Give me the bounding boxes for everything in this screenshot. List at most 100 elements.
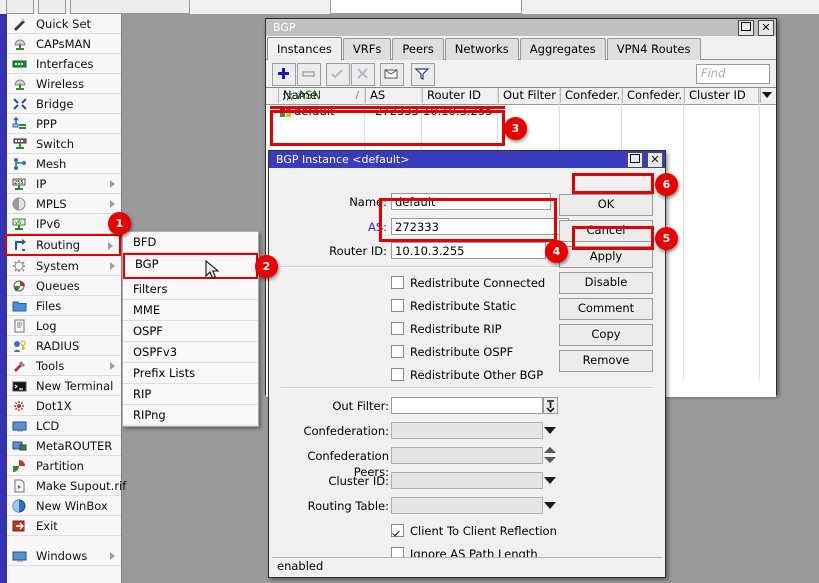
copy-button[interactable]: Copy — [559, 324, 653, 346]
submenu-item-prefix-lists[interactable]: Prefix Lists — [123, 363, 258, 384]
close-icon[interactable]: ✕ — [647, 152, 663, 168]
sidebar-item-ipv6[interactable]: v6IPv6 — [7, 214, 121, 234]
apply-button[interactable]: Apply — [559, 246, 653, 268]
sidebar-item-capsman[interactable]: CAPsMAN — [7, 34, 121, 54]
tab-aggregates[interactable]: Aggregates — [520, 38, 606, 60]
out-filter-dropdown-button[interactable] — [543, 397, 558, 414]
maximize-icon[interactable] — [627, 152, 643, 168]
submenu-item-ospfv3[interactable]: OSPFv3 — [123, 342, 258, 363]
close-icon[interactable]: ✕ — [758, 20, 774, 36]
tab-vpn4-routes[interactable]: VPN4 Routes — [607, 38, 701, 60]
submenu-item-bfd[interactable]: BFD — [123, 232, 258, 253]
checkbox-icon[interactable] — [391, 322, 404, 335]
filter-funnel-icon[interactable] — [411, 63, 435, 86]
toolbar-button-1[interactable] — [6, 0, 34, 14]
enable-check-icon[interactable] — [326, 63, 350, 86]
sidebar-item-wireless[interactable]: Wireless — [7, 74, 121, 94]
toolbar-button-3[interactable] — [70, 0, 190, 14]
sidebar-item-queues[interactable]: Queues — [7, 276, 121, 296]
submenu-item-bgp[interactable]: BGP — [123, 253, 258, 279]
table-row[interactable]: ;;; ASN — [266, 88, 761, 103]
submenu-item-ospf[interactable]: OSPF — [123, 321, 258, 342]
tab-vrfs[interactable]: VRFs — [343, 38, 391, 60]
sidebar-item-windows[interactable]: Windows — [7, 546, 121, 566]
checkbox-redistribute-static[interactable]: Redistribute Static — [391, 299, 516, 313]
sidebar-accent-bar — [0, 14, 7, 583]
sidebar-item-interfaces[interactable]: Interfaces — [7, 54, 121, 74]
sidebar-item-lcd[interactable]: LCD — [7, 416, 121, 436]
sidebar-item-log[interactable]: Log — [7, 316, 121, 336]
sidebar-item-dot1x[interactable]: Dot1X — [7, 396, 121, 416]
checkbox-redistribute-connected[interactable]: Redistribute Connected — [391, 276, 545, 290]
sidebar-item-mpls[interactable]: MPLS — [7, 194, 121, 214]
sidebar-item-ppp[interactable]: PPP — [7, 114, 121, 134]
checkbox-redistribute-rip[interactable]: Redistribute RIP — [391, 322, 502, 336]
submenu-item-mme[interactable]: MME — [123, 300, 258, 321]
disable-x-icon[interactable] — [351, 63, 375, 86]
confederation-peers-field[interactable] — [391, 447, 543, 464]
checkbox-icon[interactable] — [391, 299, 404, 312]
sidebar-item-switch[interactable]: Switch — [7, 134, 121, 154]
dialog-titlebar[interactable]: BGP Instance <default> ✕ — [269, 151, 665, 168]
ipv6-icon: v6 — [12, 217, 28, 231]
comment-icon[interactable] — [380, 63, 404, 86]
sidebar-item-new-winbox[interactable]: New WinBox — [7, 496, 121, 516]
routing-table-dropdown-icon[interactable] — [544, 502, 556, 509]
sidebar-item-system[interactable]: System — [7, 256, 121, 276]
cancel-button[interactable]: Cancel — [559, 220, 653, 242]
sidebar-item-ip[interactable]: 255IP — [7, 174, 121, 194]
sidebar-item-partition[interactable]: Partition — [7, 456, 121, 476]
toolbar-address-field[interactable] — [330, 0, 522, 14]
column-chooser-button[interactable] — [760, 88, 776, 103]
checkbox-redistribute-other-bgp[interactable]: Redistribute Other BGP — [391, 368, 543, 382]
search-input[interactable]: Find — [696, 64, 770, 84]
sidebar-item-files[interactable]: Files — [7, 296, 121, 316]
checkbox-client-to-client-reflection[interactable]: Client To Client Reflection — [391, 524, 557, 538]
ok-button[interactable]: OK — [559, 194, 653, 216]
status-blocks-icon — [280, 106, 291, 117]
disable-button[interactable]: Disable — [559, 272, 653, 294]
toolbar-button-2[interactable] — [38, 0, 66, 14]
sidebar-item-routing[interactable]: Routing — [5, 234, 121, 256]
routing-table-field[interactable] — [391, 497, 543, 514]
router-id-field[interactable]: 10.10.3.255 — [391, 242, 546, 259]
submenu-item-filters[interactable]: Filters — [123, 279, 258, 300]
sidebar-item-tools[interactable]: Tools — [7, 356, 121, 376]
parent-toolbar-strip — [0, 0, 819, 15]
submenu-item-ripng[interactable]: RIPng — [123, 405, 258, 426]
mesh-icon — [12, 157, 28, 171]
remove-icon[interactable] — [297, 63, 321, 86]
submenu-item-rip[interactable]: RIP — [123, 384, 258, 405]
sidebar-item-new-terminal[interactable]: New Terminal — [7, 376, 121, 396]
sidebar-item-exit[interactable]: Exit — [7, 516, 121, 536]
sidebar-item-radius[interactable]: RADIUS — [7, 336, 121, 356]
name-field[interactable]: default — [391, 193, 551, 210]
tab-networks[interactable]: Networks — [445, 38, 519, 60]
sidebar-item-metarouter[interactable]: MetaROUTER — [7, 436, 121, 456]
checkbox-icon[interactable] — [391, 345, 404, 358]
comment-button[interactable]: Comment — [559, 298, 653, 320]
cluster-id-field[interactable] — [391, 472, 543, 489]
tab-instances[interactable]: Instances — [267, 37, 342, 60]
cluster-id-dropdown-icon[interactable] — [544, 477, 556, 484]
checkbox-icon[interactable] — [391, 524, 404, 537]
checkbox-icon[interactable] — [391, 368, 404, 381]
tab-peers[interactable]: Peers — [392, 38, 443, 60]
add-icon[interactable] — [272, 63, 296, 86]
sidebar-item-mesh[interactable]: Mesh — [7, 154, 121, 174]
confederation-peers-stepper[interactable] — [544, 447, 557, 463]
as-field[interactable]: 272333 — [391, 218, 569, 235]
out-filter-field[interactable] — [391, 397, 543, 414]
bgp-instance-dialog: BGP Instance <default> ✕ Name: default A… — [268, 150, 666, 578]
checkbox-icon[interactable] — [391, 276, 404, 289]
sidebar-item-bridge[interactable]: Bridge — [7, 94, 121, 114]
remove-button[interactable]: Remove — [559, 350, 653, 372]
checkbox-redistribute-ospf[interactable]: Redistribute OSPF — [391, 345, 513, 359]
bgp-window-titlebar[interactable]: BGP ✕ — [266, 19, 776, 36]
sidebar-item-quick-set[interactable]: Quick Set — [7, 14, 121, 34]
sidebar-item-make-supout-rif[interactable]: Make Supout.rif — [7, 476, 121, 496]
maximize-icon[interactable] — [738, 20, 754, 36]
confederation-field[interactable] — [391, 422, 543, 439]
confederation-dropdown-icon[interactable] — [544, 427, 556, 434]
bgp-window-title: BGP — [273, 21, 296, 34]
